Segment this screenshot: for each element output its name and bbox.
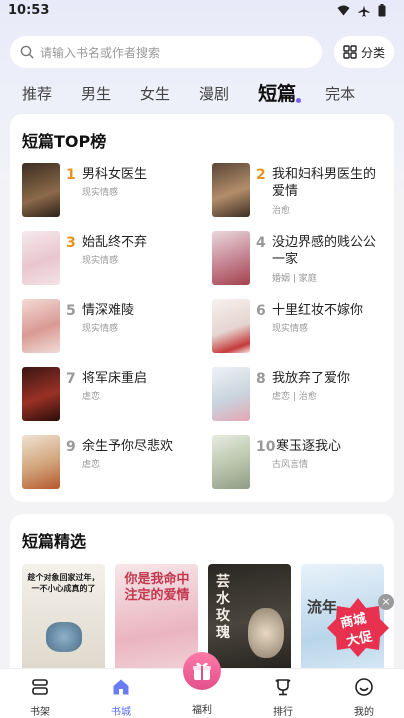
gift-icon xyxy=(193,662,211,680)
book-tag: 治愈 xyxy=(272,206,291,216)
rank-number: 8 xyxy=(256,371,266,387)
rank-item[interactable]: 1 男科女医生 现实情感 xyxy=(22,163,202,217)
book-cover xyxy=(212,299,250,353)
book-title: 情深难陵 xyxy=(82,303,135,318)
nav-profile-label: 我的 xyxy=(354,707,374,718)
book-title: 始乱终不弃 xyxy=(82,235,148,250)
status-time: 10:53 xyxy=(8,3,50,18)
book-cover xyxy=(212,435,250,489)
rank-item[interactable]: 5 情深难陵 现实情感 xyxy=(22,299,202,353)
nav-ranking[interactable]: 排行 xyxy=(253,677,313,718)
channel-tabs: 推荐 男生 女生 漫剧 短篇 完本 xyxy=(22,82,384,106)
flower-illustration xyxy=(248,608,284,658)
featured-cover-text: 芸水玫瑰 xyxy=(216,574,230,641)
featured-cover-text: 趁个对象回家过年，一不小心成真的了 xyxy=(27,573,100,593)
bookshelf-icon xyxy=(32,679,48,695)
book-title: 将军床重启 xyxy=(82,371,148,386)
book-tag: 现实情感 xyxy=(82,324,119,334)
rank-number: 7 xyxy=(66,371,76,387)
tab-recommend[interactable]: 推荐 xyxy=(22,82,52,106)
book-cover xyxy=(22,163,60,217)
tab-completed[interactable]: 完本 xyxy=(325,82,355,106)
search-placeholder: 请输入书名或作者搜索 xyxy=(40,45,161,60)
nav-profile[interactable]: 我的 xyxy=(334,677,394,718)
rank-number: 3 xyxy=(66,235,76,251)
rank-item[interactable]: 4 没边界感的贱公公一家 婚姻 | 家庭 xyxy=(212,231,392,285)
book-cover xyxy=(22,367,60,421)
rank-item[interactable]: 9 余生予你尽悲欢 虐恋 xyxy=(22,435,202,489)
nav-bookshelf[interactable]: 书架 xyxy=(10,677,70,718)
nav-ranking-label: 排行 xyxy=(273,707,293,718)
home-icon xyxy=(113,679,129,695)
grid-icon xyxy=(343,45,357,59)
nav-welfare[interactable]: 福利 xyxy=(172,697,232,716)
book-tag: 现实情感 xyxy=(272,324,309,334)
book-title: 我放弃了爱你 xyxy=(272,371,351,386)
category-button[interactable]: 分类 xyxy=(334,36,394,68)
status-icons xyxy=(337,4,386,17)
nav-welfare-label: 福利 xyxy=(192,705,212,716)
nav-bookstore[interactable]: 书城 xyxy=(91,677,151,718)
book-tag: 虐恋 xyxy=(82,460,101,470)
promo-close-button[interactable]: × xyxy=(378,594,394,610)
book-title: 寒玉逐我心 xyxy=(276,439,342,454)
welfare-button[interactable] xyxy=(183,652,221,690)
book-cover xyxy=(22,435,60,489)
nav-bookshelf-label: 书架 xyxy=(30,707,50,718)
bow-illustration xyxy=(46,622,82,652)
rank-item[interactable]: 10 寒玉逐我心 古风言情 xyxy=(212,435,392,489)
book-tag: 古风言情 xyxy=(272,460,309,470)
book-tag: 虐恋 | 治愈 xyxy=(272,392,317,402)
search-row: 请输入书名或作者搜索 分类 xyxy=(10,36,394,68)
book-cover xyxy=(212,163,250,217)
rank-number: 4 xyxy=(256,235,266,251)
book-title: 余生予你尽悲欢 xyxy=(82,439,174,454)
top-list-card: 短篇TOP榜 1 男科女医生 现实情感 2 我和妇科男医生的爱情 治愈 3 始乱… xyxy=(10,114,394,502)
airplane-icon xyxy=(358,5,370,17)
book-cover xyxy=(22,299,60,353)
nav-bookstore-label: 书城 xyxy=(111,707,131,718)
rank-number: 1 xyxy=(66,167,76,183)
book-tag: 虐恋 xyxy=(82,392,101,402)
book-title: 没边界感的贱公公一家 xyxy=(272,235,377,267)
rank-number: 6 xyxy=(256,303,266,319)
category-label: 分类 xyxy=(360,45,385,60)
book-cover xyxy=(212,367,250,421)
rank-number: 10 xyxy=(256,439,276,455)
rank-item[interactable]: 8 我放弃了爱你 虐恋 | 治愈 xyxy=(212,367,392,421)
rank-item[interactable]: 3 始乱终不弃 现实情感 xyxy=(22,231,202,285)
featured-title: 短篇精选 xyxy=(22,532,87,551)
book-tag: 现实情感 xyxy=(82,188,119,198)
top-list-title: 短篇TOP榜 xyxy=(22,132,107,151)
battery-icon xyxy=(378,4,386,17)
tab-female[interactable]: 女生 xyxy=(140,82,170,106)
rank-number: 9 xyxy=(66,439,76,455)
featured-cover-text: 你是我命中注定的爱情 xyxy=(124,572,190,603)
tab-male[interactable]: 男生 xyxy=(81,82,111,106)
search-input[interactable]: 请输入书名或作者搜索 xyxy=(10,36,322,68)
book-cover xyxy=(22,231,60,285)
wifi-icon xyxy=(337,5,350,16)
book-cover xyxy=(212,231,250,285)
promo-badge[interactable]: 商城 大促 × xyxy=(326,594,394,658)
book-title: 我和妇科男医生的爱情 xyxy=(272,167,377,199)
book-title: 十里红妆不嫁你 xyxy=(272,303,364,318)
book-title: 男科女医生 xyxy=(82,167,148,182)
rank-item[interactable]: 2 我和妇科男医生的爱情 治愈 xyxy=(212,163,392,217)
book-tag: 现实情感 xyxy=(82,256,119,266)
book-tag: 婚姻 | 家庭 xyxy=(272,274,317,284)
rank-number: 2 xyxy=(256,167,266,183)
tab-short-stories[interactable]: 短篇 xyxy=(258,82,302,106)
search-icon xyxy=(20,45,34,59)
featured-book-cover[interactable]: 趁个对象回家过年，一不小心成真的了 xyxy=(22,564,105,680)
status-bar: 10:53 xyxy=(0,0,404,24)
profile-icon xyxy=(355,678,373,696)
rank-number: 5 xyxy=(66,303,76,319)
trophy-icon xyxy=(275,679,291,696)
featured-book-cover[interactable]: 芸水玫瑰 xyxy=(208,564,291,680)
rank-item[interactable]: 7 将军床重启 虐恋 xyxy=(22,367,202,421)
rank-item[interactable]: 6 十里红妆不嫁你 现实情感 xyxy=(212,299,392,353)
tab-comic-drama[interactable]: 漫剧 xyxy=(199,82,229,106)
